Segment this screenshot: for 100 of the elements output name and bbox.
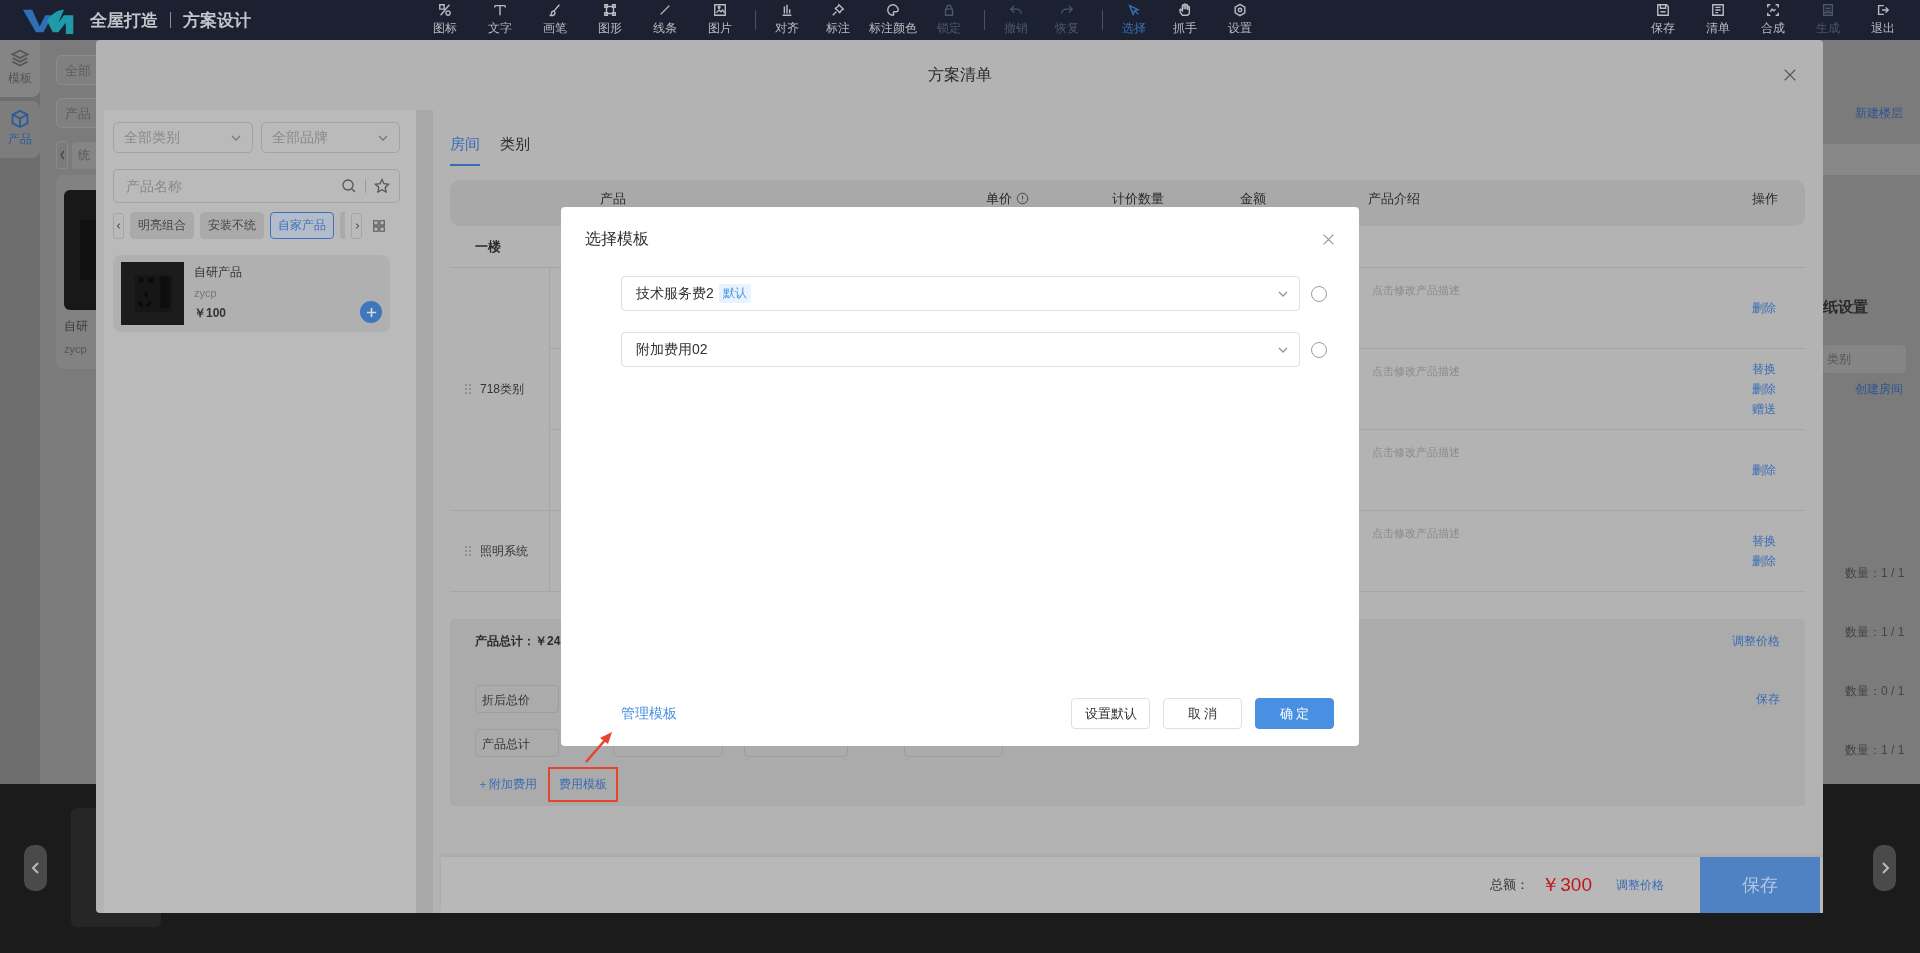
category-chip[interactable]: 自家产品	[270, 212, 334, 239]
settings-icon	[1232, 3, 1247, 17]
toolbar-button[interactable]: 抓手	[1157, 0, 1212, 40]
price-select[interactable]: 折后总价	[475, 685, 559, 713]
price-select[interactable]: 产品总计	[475, 729, 559, 757]
grid-icon[interactable]	[372, 218, 386, 233]
toolbar-button[interactable]: 画笔	[527, 0, 582, 40]
action-link[interactable]: 赠送	[1752, 399, 1805, 419]
dialog-title: 选择模板	[585, 228, 649, 249]
column-header: 产品	[599, 191, 627, 206]
column-header: 产品介绍	[1368, 191, 1421, 206]
confirm-button[interactable]: 确 定	[1255, 698, 1334, 729]
action-link[interactable]: 删除	[1752, 379, 1805, 399]
action-link[interactable]: 替换	[1752, 359, 1805, 379]
shapes-icon	[437, 3, 452, 17]
palette-icon	[886, 3, 900, 17]
group-name: 照明系统	[480, 542, 528, 560]
category-chip[interactable]: 安装不统	[200, 212, 264, 239]
annotation-arrow	[585, 732, 612, 763]
drag-handle-icon[interactable]	[464, 545, 472, 557]
new-floor-link[interactable]: 新建楼层	[1855, 105, 1903, 121]
brush-icon	[547, 3, 562, 17]
cursor-icon	[1126, 3, 1141, 17]
toolbar-button[interactable]: 保存	[1635, 0, 1690, 40]
save-link[interactable]: 保存	[1756, 690, 1780, 708]
hand-icon	[1177, 3, 1192, 17]
template-name: 附加费用02	[636, 340, 708, 359]
search-icon[interactable]	[341, 178, 357, 194]
plus-icon	[365, 306, 377, 318]
tab[interactable]: 房间	[450, 134, 480, 166]
product-price: ￥100	[194, 305, 228, 322]
brand-name: 全屋打造	[90, 9, 158, 32]
section-title: 纸设置	[1823, 297, 1868, 317]
text-icon	[492, 3, 507, 17]
next-button[interactable]	[1873, 845, 1896, 891]
product-total: 产品总计：￥24	[475, 633, 561, 650]
column-header: 操作	[1752, 191, 1779, 206]
drag-handle-icon[interactable]	[464, 383, 472, 395]
undo-icon	[1008, 3, 1023, 17]
toolbar-button[interactable]: 图标	[417, 0, 472, 40]
pin-icon	[830, 3, 845, 17]
toolbar-button[interactable]: 设置	[1212, 0, 1267, 40]
star-icon[interactable]	[374, 178, 390, 194]
layers-icon	[10, 48, 30, 68]
template-select[interactable]: 技术服务费2 默认	[621, 276, 1300, 311]
previous-button[interactable]	[24, 845, 47, 891]
column-header: 单价	[986, 191, 1112, 206]
list-icon	[1710, 3, 1725, 17]
nav-item[interactable]: 产品	[0, 101, 40, 158]
toolbar-button[interactable]: 合成	[1745, 0, 1800, 40]
total-label: 总额：	[1490, 876, 1530, 894]
manage-templates-link[interactable]: 管理模板	[621, 704, 677, 723]
total-amount: ￥300	[1541, 873, 1592, 897]
toolbar-button[interactable]: 标注	[810, 0, 865, 40]
toolbar-button[interactable]: 图片	[692, 0, 747, 40]
create-room-link[interactable]: 创建房间	[1855, 381, 1903, 397]
page-title: 方案设计	[183, 9, 251, 32]
template-select[interactable]: 附加费用02	[621, 332, 1300, 367]
category-chip[interactable]: 明亮组合	[130, 212, 194, 239]
action-link[interactable]: 删除	[1752, 551, 1805, 571]
chevron-left-icon[interactable]	[56, 141, 68, 169]
group-name: 718类别	[480, 380, 525, 398]
tab[interactable]: 类别	[500, 134, 530, 166]
close-icon[interactable]	[1783, 68, 1797, 82]
save-button[interactable]: 保存	[1700, 857, 1820, 913]
template-name: 技术服务费2	[636, 284, 714, 303]
info-icon[interactable]	[1016, 192, 1029, 205]
toolbar-button[interactable]: 文字	[472, 0, 527, 40]
toolbar-button[interactable]: 退出	[1855, 0, 1910, 40]
scrollbar-track[interactable]	[416, 110, 433, 913]
toolbar-button[interactable]: 线条	[637, 0, 692, 40]
scroll-left-button[interactable]	[113, 212, 124, 239]
document-icon	[1820, 3, 1835, 17]
adjust-price-link[interactable]: 调整价格	[1616, 876, 1664, 894]
toolbar-button[interactable]: 图形	[582, 0, 637, 40]
close-icon[interactable]	[1322, 232, 1335, 246]
add-button[interactable]	[360, 301, 382, 323]
scroll-right-button[interactable]	[351, 212, 362, 239]
action-link[interactable]: 删除	[1752, 460, 1805, 480]
fee-link[interactable]: ＋附加费用	[475, 767, 548, 802]
image-icon	[712, 3, 727, 17]
dialog-button[interactable]: 设置默认	[1071, 698, 1150, 729]
product-name: 自研	[64, 318, 89, 335]
toolbar-button[interactable]: 标注颜色	[865, 0, 921, 40]
fee-link[interactable]: 费用模板	[548, 767, 618, 802]
adjust-price-link[interactable]: 调整价格	[1732, 633, 1780, 650]
floor-name: 一楼	[475, 237, 501, 256]
dialog-button[interactable]: 取 消	[1163, 698, 1242, 729]
toolbar-button[interactable]: 清单	[1690, 0, 1745, 40]
cube-icon	[10, 109, 30, 129]
logout-icon	[1875, 3, 1890, 17]
chevron-left-icon	[114, 221, 123, 230]
action-link[interactable]: 删除	[1752, 298, 1805, 318]
action-link[interactable]: 替换	[1752, 531, 1805, 551]
default-tag: 默认	[718, 284, 751, 303]
product-name: 自研产品	[194, 264, 243, 281]
frame-icon	[1765, 3, 1780, 17]
save-icon	[1655, 3, 1670, 17]
redo-icon	[1059, 3, 1074, 17]
modal-title: 方案清单	[927, 64, 992, 85]
